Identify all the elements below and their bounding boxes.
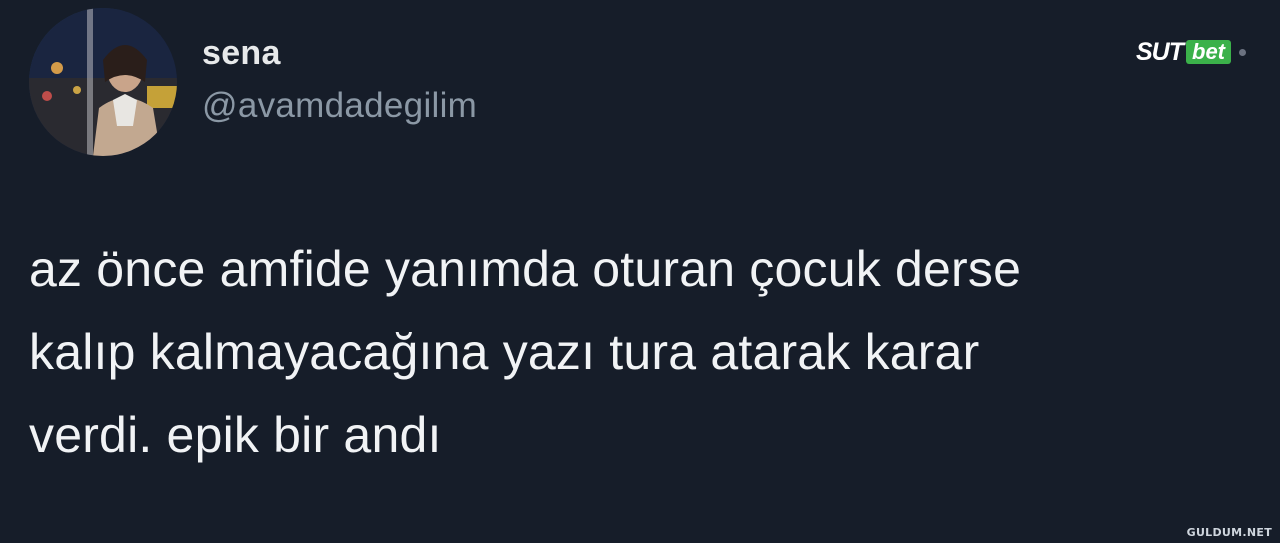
profile-avatar[interactable]	[29, 8, 177, 156]
tweet-line: az önce amfide yanımda oturan çocuk ders…	[29, 241, 1022, 297]
brand-logo: SUT bet	[1136, 38, 1246, 66]
tweet-body: az önce amfide yanımda oturan çocuk ders…	[29, 228, 1269, 477]
brand-logo-part2: bet	[1186, 40, 1231, 64]
author-handle[interactable]: @avamdadegilim	[202, 86, 477, 126]
brand-dot-icon	[1239, 48, 1246, 56]
tweet-screenshot: sena @avamdadegilim SUT bet az önce amfi…	[0, 0, 1280, 543]
author-display-name[interactable]: sena	[202, 34, 281, 73]
brand-logo-part1: SUT	[1136, 37, 1184, 66]
profile-photo-icon	[29, 8, 177, 156]
site-watermark: GULDUM.NET	[1186, 526, 1272, 539]
tweet-line: verdi. epik bir andı	[29, 407, 442, 463]
tweet-line: kalıp kalmayacağına yazı tura atarak kar…	[29, 324, 980, 380]
